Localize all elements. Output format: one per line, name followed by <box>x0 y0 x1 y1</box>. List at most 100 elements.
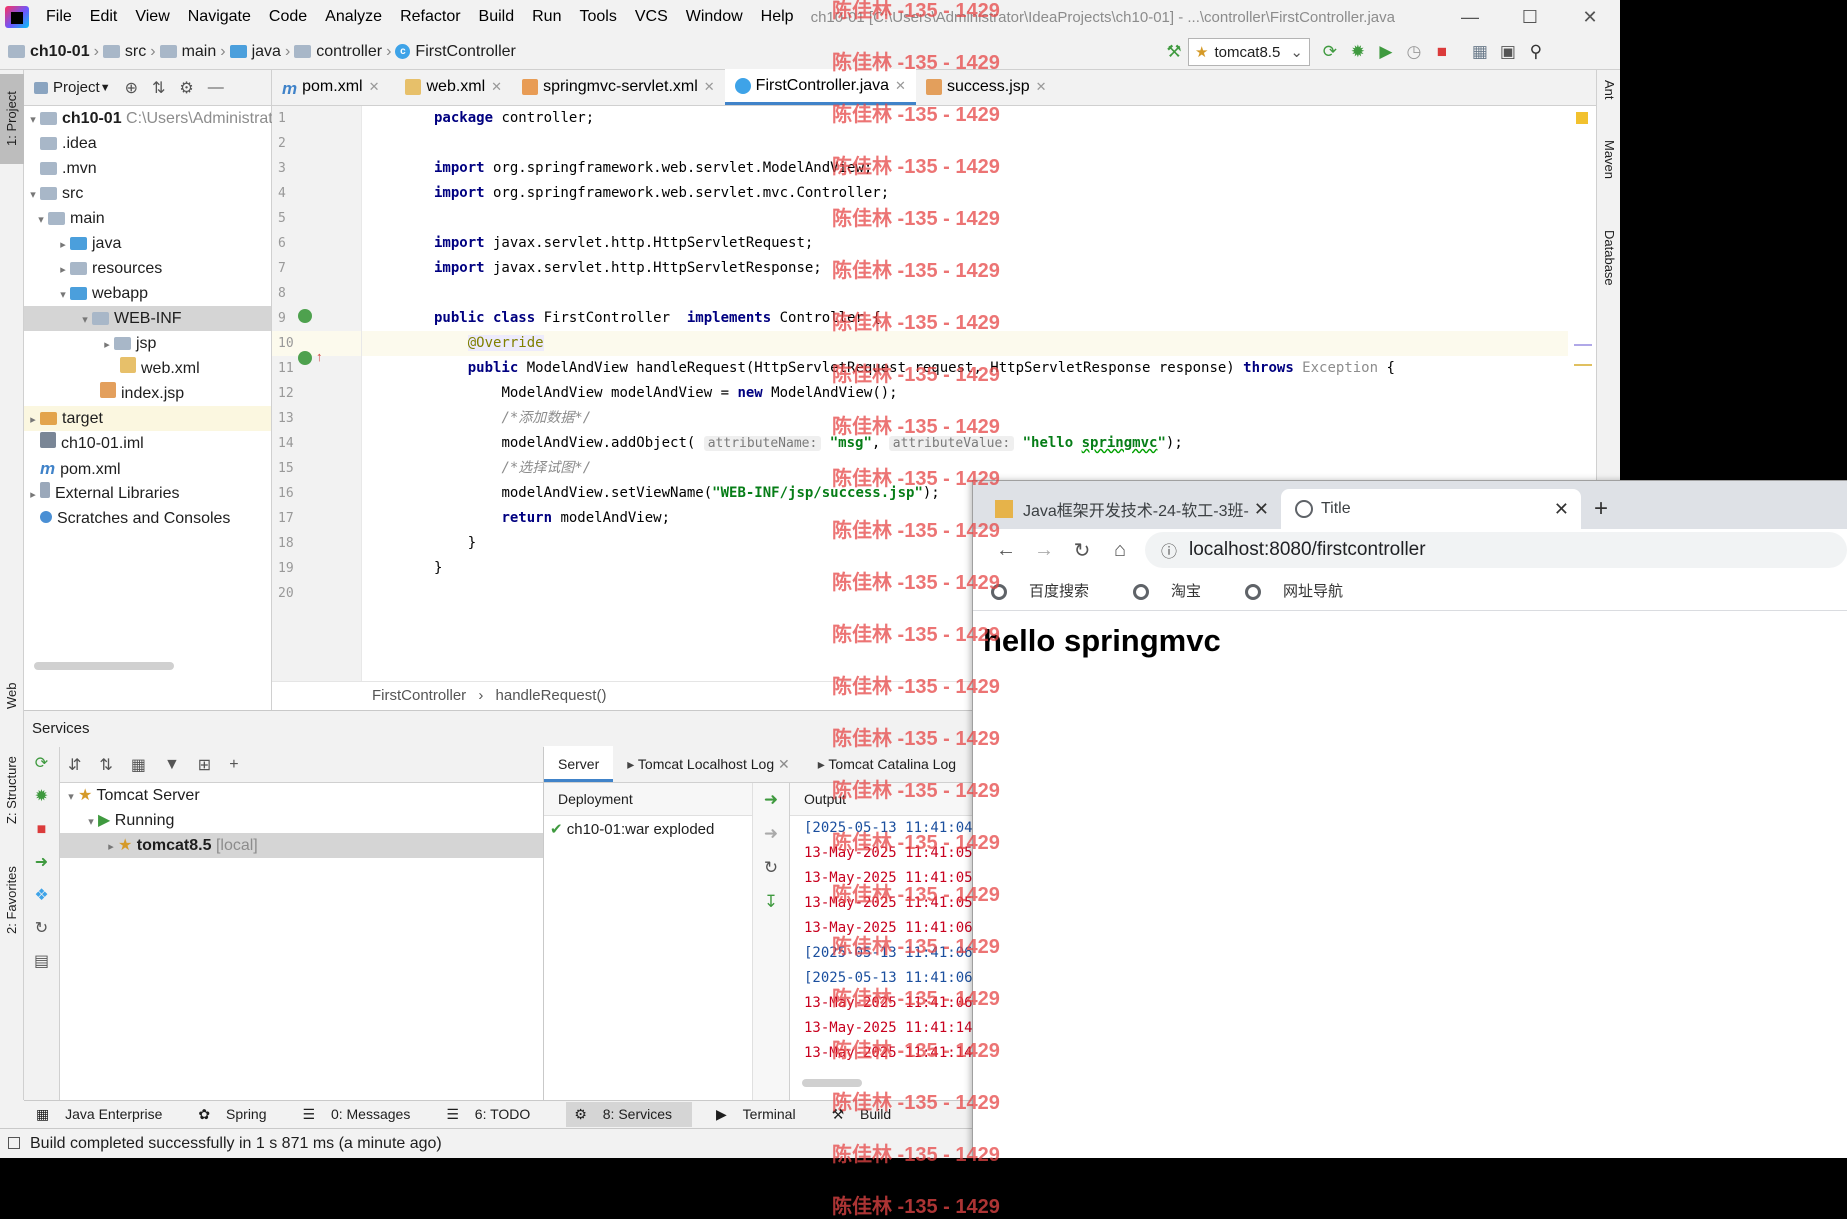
close-tab-icon[interactable]: ✕ <box>1254 499 1269 520</box>
tree-item-web-inf[interactable]: ▾ WEB-INF <box>24 306 271 331</box>
rerun-icon[interactable]: ⟳ <box>24 747 59 780</box>
address-bar[interactable]: ⓘ localhost:8080/firstcontroller <box>1145 532 1847 568</box>
site-info-icon[interactable]: ⓘ <box>1161 538 1177 562</box>
tab-pom-xml[interactable]: m pom.xml ✕ <box>272 69 389 105</box>
minimize-icon[interactable]: — <box>1444 0 1496 34</box>
rerun-icon[interactable]: ⟳ <box>1316 38 1344 66</box>
tab-springmvc-servlet-xml[interactable]: springmvc-servlet.xml ✕ <box>512 69 725 105</box>
tree-item-mvn[interactable]: .mvn <box>24 156 271 181</box>
undeploy-icon[interactable]: ➜ <box>753 817 789 851</box>
collapse-all-icon[interactable]: ⇅ <box>99 755 112 775</box>
favorites-tool-tab[interactable]: 2: Favorites <box>0 850 24 950</box>
tree-item-scratches[interactable]: Scratches and Consoles <box>24 506 271 531</box>
maven-tool-tab[interactable]: Maven <box>1597 140 1620 210</box>
filter-icon[interactable]: ▼ <box>164 756 180 774</box>
menu-build[interactable]: Build <box>470 0 524 34</box>
crumb-java[interactable]: java <box>252 43 281 61</box>
tab-first-controller-java[interactable]: FirstController.java ✕ <box>724 69 916 105</box>
reload-icon[interactable]: ↻ <box>1063 538 1101 563</box>
tree-node-tomcat-server[interactable]: ▾ ★ Tomcat Server <box>60 783 543 808</box>
project-tool-tab[interactable]: 1: Project <box>0 74 24 164</box>
refresh-icon[interactable]: ↻ <box>24 912 59 945</box>
tab-services[interactable]: ⚙ 8: Services <box>566 1102 692 1127</box>
tree-item-web-xml[interactable]: web.xml <box>24 356 271 381</box>
crumb-class[interactable]: FirstController <box>415 43 515 61</box>
tree-node-tomcat-instance[interactable]: ▸ ★ tomcat8.5 [local] <box>60 833 543 858</box>
tree-item-pom[interactable]: m pom.xml <box>24 456 271 481</box>
profile-icon[interactable]: ◷ <box>1400 38 1428 66</box>
search-icon[interactable]: ⚲ <box>1522 38 1550 66</box>
close-tab-icon[interactable]: ✕ <box>895 78 906 94</box>
override-arrow-icon[interactable]: ↑ <box>316 349 323 364</box>
expand-all-icon[interactable]: ⇵ <box>68 755 81 775</box>
crumb-project[interactable]: ch10-01 <box>30 43 90 61</box>
download-icon[interactable]: ↧ <box>753 885 789 919</box>
menu-help[interactable]: Help <box>752 0 803 34</box>
home-icon[interactable]: ⌂ <box>1101 539 1139 562</box>
close-tab-icon[interactable]: ✕ <box>1554 499 1569 520</box>
run-configuration-select[interactable]: ★ tomcat8.5 ⌄ <box>1188 38 1310 66</box>
run-with-coverage-icon[interactable]: ▶ <box>1372 38 1400 66</box>
collapse-all-icon[interactable]: ⇅ <box>152 78 165 98</box>
close-tab-icon[interactable]: ✕ <box>1036 79 1047 95</box>
tab-terminal[interactable]: ▶ Terminal <box>716 1106 808 1123</box>
project-view-select[interactable]: Project <box>53 79 100 96</box>
bookmark-baidu[interactable]: 百度搜索 <box>991 580 1111 601</box>
menu-code[interactable]: Code <box>260 0 316 34</box>
group-by-icon[interactable]: ▦ <box>131 755 146 775</box>
presentation-icon[interactable]: ▣ <box>1494 38 1522 66</box>
add-service-icon[interactable]: + <box>229 756 238 774</box>
stop-icon[interactable]: ■ <box>1428 38 1456 66</box>
menu-tools[interactable]: Tools <box>570 0 625 34</box>
close-tab-icon[interactable]: ✕ <box>369 79 380 95</box>
gear-icon[interactable]: ⚙ <box>179 78 193 98</box>
tab-localhost-log[interactable]: ▸ Tomcat Localhost Log ✕ <box>613 746 804 782</box>
tab-messages[interactable]: ☰ 0: Messages <box>303 1106 423 1123</box>
new-group-icon[interactable]: ⊞ <box>198 755 211 775</box>
tree-item-target[interactable]: ▸ target <box>24 406 271 431</box>
tab-web-xml[interactable]: web.xml ✕ <box>389 69 512 105</box>
tab-success-jsp[interactable]: success.jsp ✕ <box>916 69 1057 105</box>
menu-window[interactable]: Window <box>677 0 752 34</box>
ant-tool-tab[interactable]: Ant <box>1597 80 1620 130</box>
breadcrumb-class[interactable]: FirstController <box>372 687 466 704</box>
stop-icon[interactable]: ■ <box>24 813 59 846</box>
database-tool-tab[interactable]: Database <box>1597 230 1620 320</box>
menu-vcs[interactable]: VCS <box>626 0 677 34</box>
debug-bug-icon[interactable]: ✹ <box>24 780 59 813</box>
tab-java-enterprise[interactable]: ▦ Java Enterprise <box>36 1106 174 1123</box>
crumb-src[interactable]: src <box>125 43 146 61</box>
bookmark-taobao[interactable]: 淘宝 <box>1133 580 1223 601</box>
deploy-icon[interactable]: ➜ <box>24 846 59 879</box>
update-icon[interactable]: ❖ <box>24 879 59 912</box>
refresh-icon[interactable]: ↻ <box>753 851 789 885</box>
tab-spring[interactable]: ✿ Spring <box>198 1106 278 1123</box>
tab-server[interactable]: Server <box>544 746 614 782</box>
browser-tab-title[interactable]: Title ✕ <box>1281 489 1581 529</box>
debug-bug-icon[interactable]: ✹ <box>1344 38 1372 66</box>
tab-catalina-log[interactable]: ▸ Tomcat Catalina Log <box>804 746 970 782</box>
tree-node-running[interactable]: ▾ ▶ Running <box>60 808 543 833</box>
browser-tab-course[interactable]: Java框架开发技术-24-软工-3班- ✕ <box>981 489 1281 529</box>
tree-item-src[interactable]: ▾ src <box>24 181 271 206</box>
breadcrumb-method[interactable]: handleRequest() <box>496 687 607 704</box>
menu-analyze[interactable]: Analyze <box>316 0 391 34</box>
deploy-icon[interactable]: ➜ <box>753 783 789 817</box>
status-toggle-icon[interactable] <box>8 1137 20 1149</box>
hide-icon[interactable]: — <box>208 79 224 97</box>
project-structure-icon[interactable]: ▦ <box>1466 38 1494 66</box>
build-hammer-icon[interactable]: ⚒ <box>1160 38 1188 66</box>
new-tab-icon[interactable]: + <box>1581 489 1621 529</box>
tree-item-webapp[interactable]: ▾ webapp <box>24 281 271 306</box>
tree-item-external-libraries[interactable]: ▸ External Libraries <box>24 481 271 506</box>
tree-item-index-jsp[interactable]: index.jsp <box>24 381 271 406</box>
layout-icon[interactable]: ▤ <box>24 945 59 978</box>
tree-item-root[interactable]: ▾ ch10-01 C:\Users\Administrator <box>24 106 287 131</box>
crumb-main[interactable]: main <box>182 43 217 61</box>
menu-edit[interactable]: Edit <box>81 0 127 34</box>
close-tab-icon[interactable]: ✕ <box>704 79 715 95</box>
tab-build[interactable]: ⚒ Build <box>832 1106 904 1123</box>
output-horizontal-scrollbar[interactable] <box>802 1079 862 1087</box>
menu-refactor[interactable]: Refactor <box>391 0 469 34</box>
tree-item-resources[interactable]: ▸ resources <box>24 256 271 281</box>
